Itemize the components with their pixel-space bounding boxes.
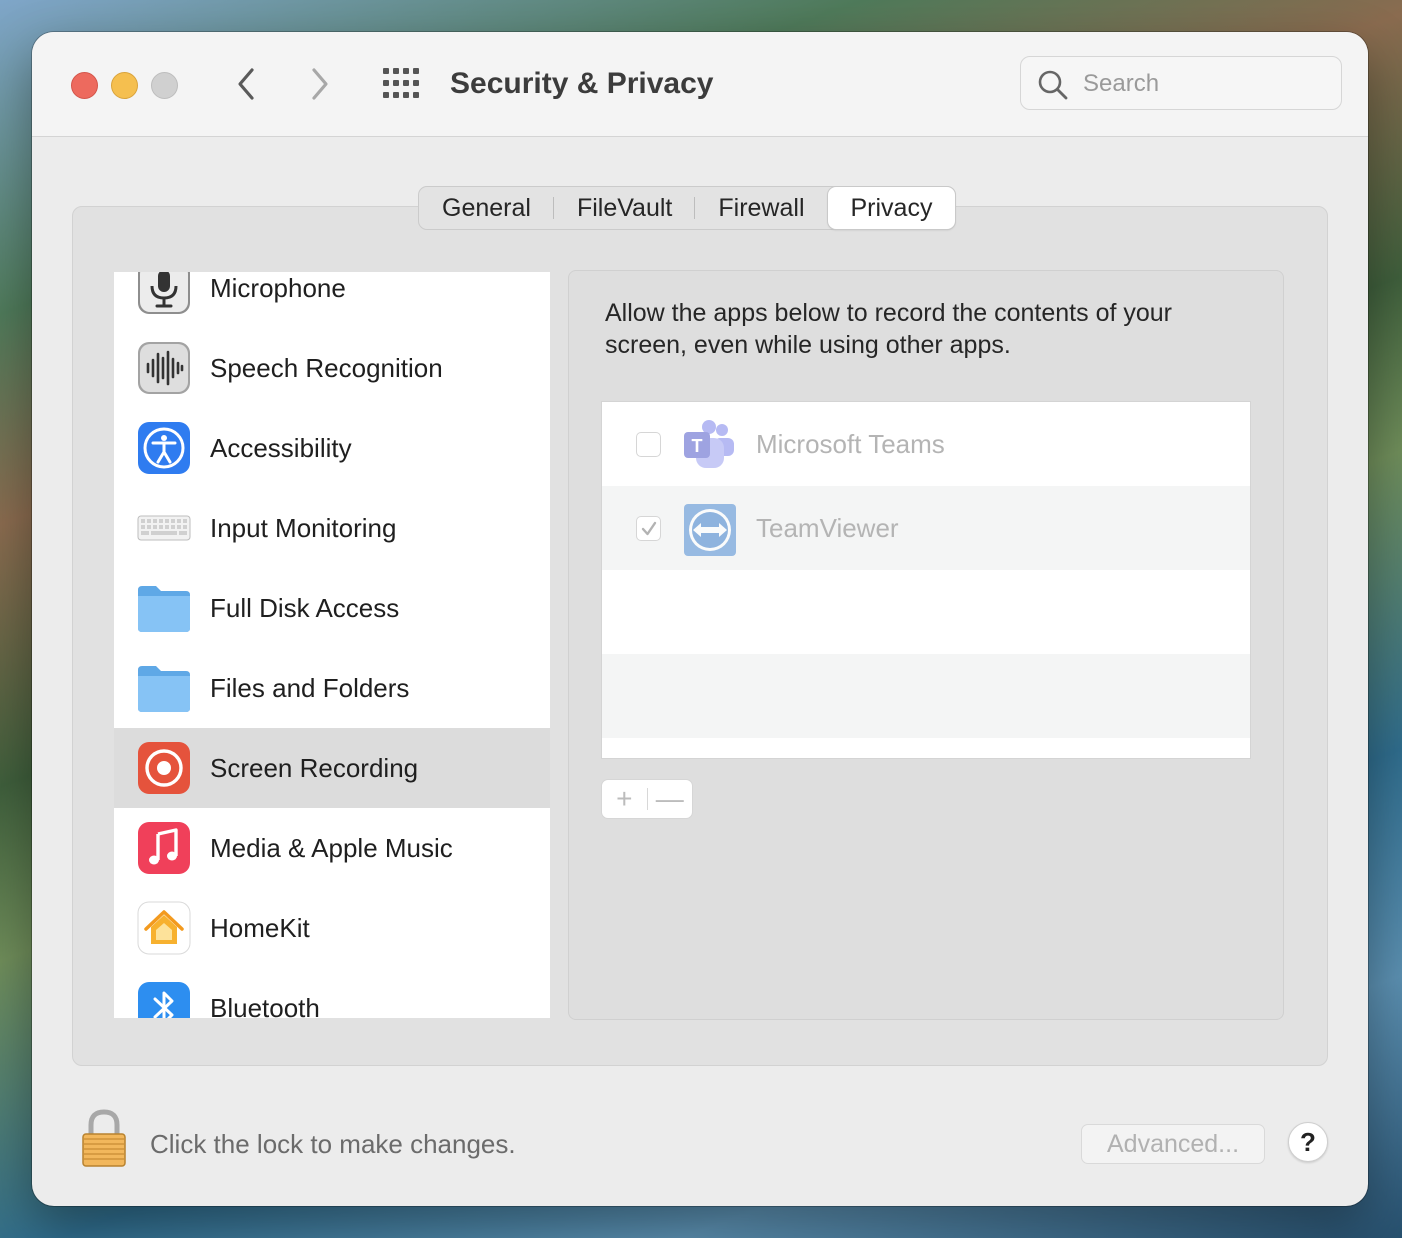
window-title: Security & Privacy bbox=[450, 67, 714, 100]
sidebar-item-speech-recognition[interactable]: Speech Recognition bbox=[114, 328, 550, 408]
tab-general[interactable]: General bbox=[419, 187, 554, 229]
app-name: TeamViewer bbox=[756, 513, 899, 543]
app-list[interactable]: T Microsoft Teams TeamViewer bbox=[601, 401, 1251, 759]
sidebar-item-bluetooth[interactable]: Bluetooth bbox=[114, 968, 550, 1018]
sidebar-item-label: Bluetooth bbox=[210, 993, 320, 1018]
screen-recording-detail-pane: Allow the apps below to record the conte… bbox=[568, 270, 1284, 1020]
sidebar-item-input-monitoring[interactable]: Input Monitoring bbox=[114, 488, 550, 568]
sidebar-item-screen-recording[interactable]: Screen Recording bbox=[114, 728, 550, 808]
app-name: Microsoft Teams bbox=[756, 429, 945, 459]
tab-filevault[interactable]: FileVault bbox=[554, 187, 696, 229]
system-preferences-window: Security & Privacy General FileVault Fir… bbox=[32, 32, 1368, 1206]
sidebar-item-label: Accessibility bbox=[210, 433, 352, 463]
sidebar-item-files-and-folders[interactable]: Files and Folders bbox=[114, 648, 550, 728]
microphone-icon bbox=[138, 272, 190, 314]
advanced-button[interactable]: Advanced... bbox=[1081, 1124, 1265, 1164]
forward-button[interactable] bbox=[300, 64, 340, 104]
add-app-button[interactable]: + bbox=[602, 780, 647, 818]
bluetooth-icon bbox=[138, 982, 190, 1018]
app-row-teamviewer[interactable]: TeamViewer bbox=[602, 486, 1250, 570]
sidebar-item-label: Media & Apple Music bbox=[210, 833, 453, 863]
music-note-icon bbox=[138, 822, 190, 874]
sidebar-item-full-disk-access[interactable]: Full Disk Access bbox=[114, 568, 550, 648]
svg-text:T: T bbox=[692, 436, 703, 456]
help-button[interactable]: ? bbox=[1288, 1122, 1328, 1162]
screen-recording-icon bbox=[138, 742, 190, 794]
sidebar-item-label: Speech Recognition bbox=[210, 353, 443, 383]
checkmark-icon bbox=[641, 521, 657, 536]
sidebar-item-accessibility[interactable]: Accessibility bbox=[114, 408, 550, 488]
sidebar-item-label: Input Monitoring bbox=[210, 513, 397, 543]
tab-firewall[interactable]: Firewall bbox=[695, 187, 827, 229]
keyboard-icon bbox=[137, 515, 191, 541]
app-row-microsoft-teams[interactable]: T Microsoft Teams bbox=[602, 402, 1250, 486]
sidebar-item-label: Full Disk Access bbox=[210, 593, 400, 623]
privacy-category-list[interactable]: Microphone Speech Recognition Accessibil… bbox=[114, 272, 550, 1018]
chevron-right-icon bbox=[312, 68, 328, 100]
tab-privacy[interactable]: Privacy bbox=[827, 187, 956, 229]
show-all-grid-icon[interactable] bbox=[382, 67, 420, 99]
back-button[interactable] bbox=[226, 64, 266, 104]
checkbox-teamviewer[interactable] bbox=[636, 516, 661, 541]
sidebar-item-label: HomeKit bbox=[210, 913, 310, 943]
tab-bar: General FileVault Firewall Privacy bbox=[418, 186, 957, 230]
accessibility-icon bbox=[138, 422, 190, 474]
teamviewer-icon bbox=[684, 504, 736, 556]
microsoft-teams-icon: T bbox=[684, 420, 734, 468]
sidebar-item-media-apple-music[interactable]: Media & Apple Music bbox=[114, 808, 550, 888]
folder-icon bbox=[138, 586, 190, 632]
home-icon bbox=[137, 901, 191, 955]
lock-message: Click the lock to make changes. bbox=[150, 1129, 516, 1159]
checkbox-microsoft-teams[interactable] bbox=[636, 432, 661, 457]
zoom-button[interactable] bbox=[151, 72, 178, 99]
chevron-left-icon bbox=[238, 68, 254, 100]
lock-icon[interactable] bbox=[80, 1108, 128, 1168]
waveform-icon bbox=[138, 342, 190, 394]
search-input[interactable] bbox=[1081, 67, 1325, 101]
search-field[interactable] bbox=[1020, 56, 1342, 110]
remove-app-button[interactable]: — bbox=[647, 780, 692, 818]
sidebar-item-homekit[interactable]: HomeKit bbox=[114, 888, 550, 968]
close-button[interactable] bbox=[71, 72, 98, 99]
sidebar-item-label: Files and Folders bbox=[210, 673, 410, 703]
search-icon bbox=[1038, 70, 1068, 100]
description-text: Allow the apps below to record the conte… bbox=[605, 299, 1172, 359]
folder-icon bbox=[138, 666, 190, 712]
empty-row bbox=[602, 570, 1250, 654]
add-remove-control: + — bbox=[601, 779, 693, 819]
title-bar: Security & Privacy bbox=[32, 32, 1368, 137]
minimize-button[interactable] bbox=[111, 72, 138, 99]
sidebar-item-label: Microphone bbox=[210, 273, 346, 303]
sidebar-item-microphone[interactable]: Microphone bbox=[114, 272, 550, 328]
empty-row bbox=[602, 654, 1250, 738]
sidebar-item-label: Screen Recording bbox=[210, 753, 419, 783]
